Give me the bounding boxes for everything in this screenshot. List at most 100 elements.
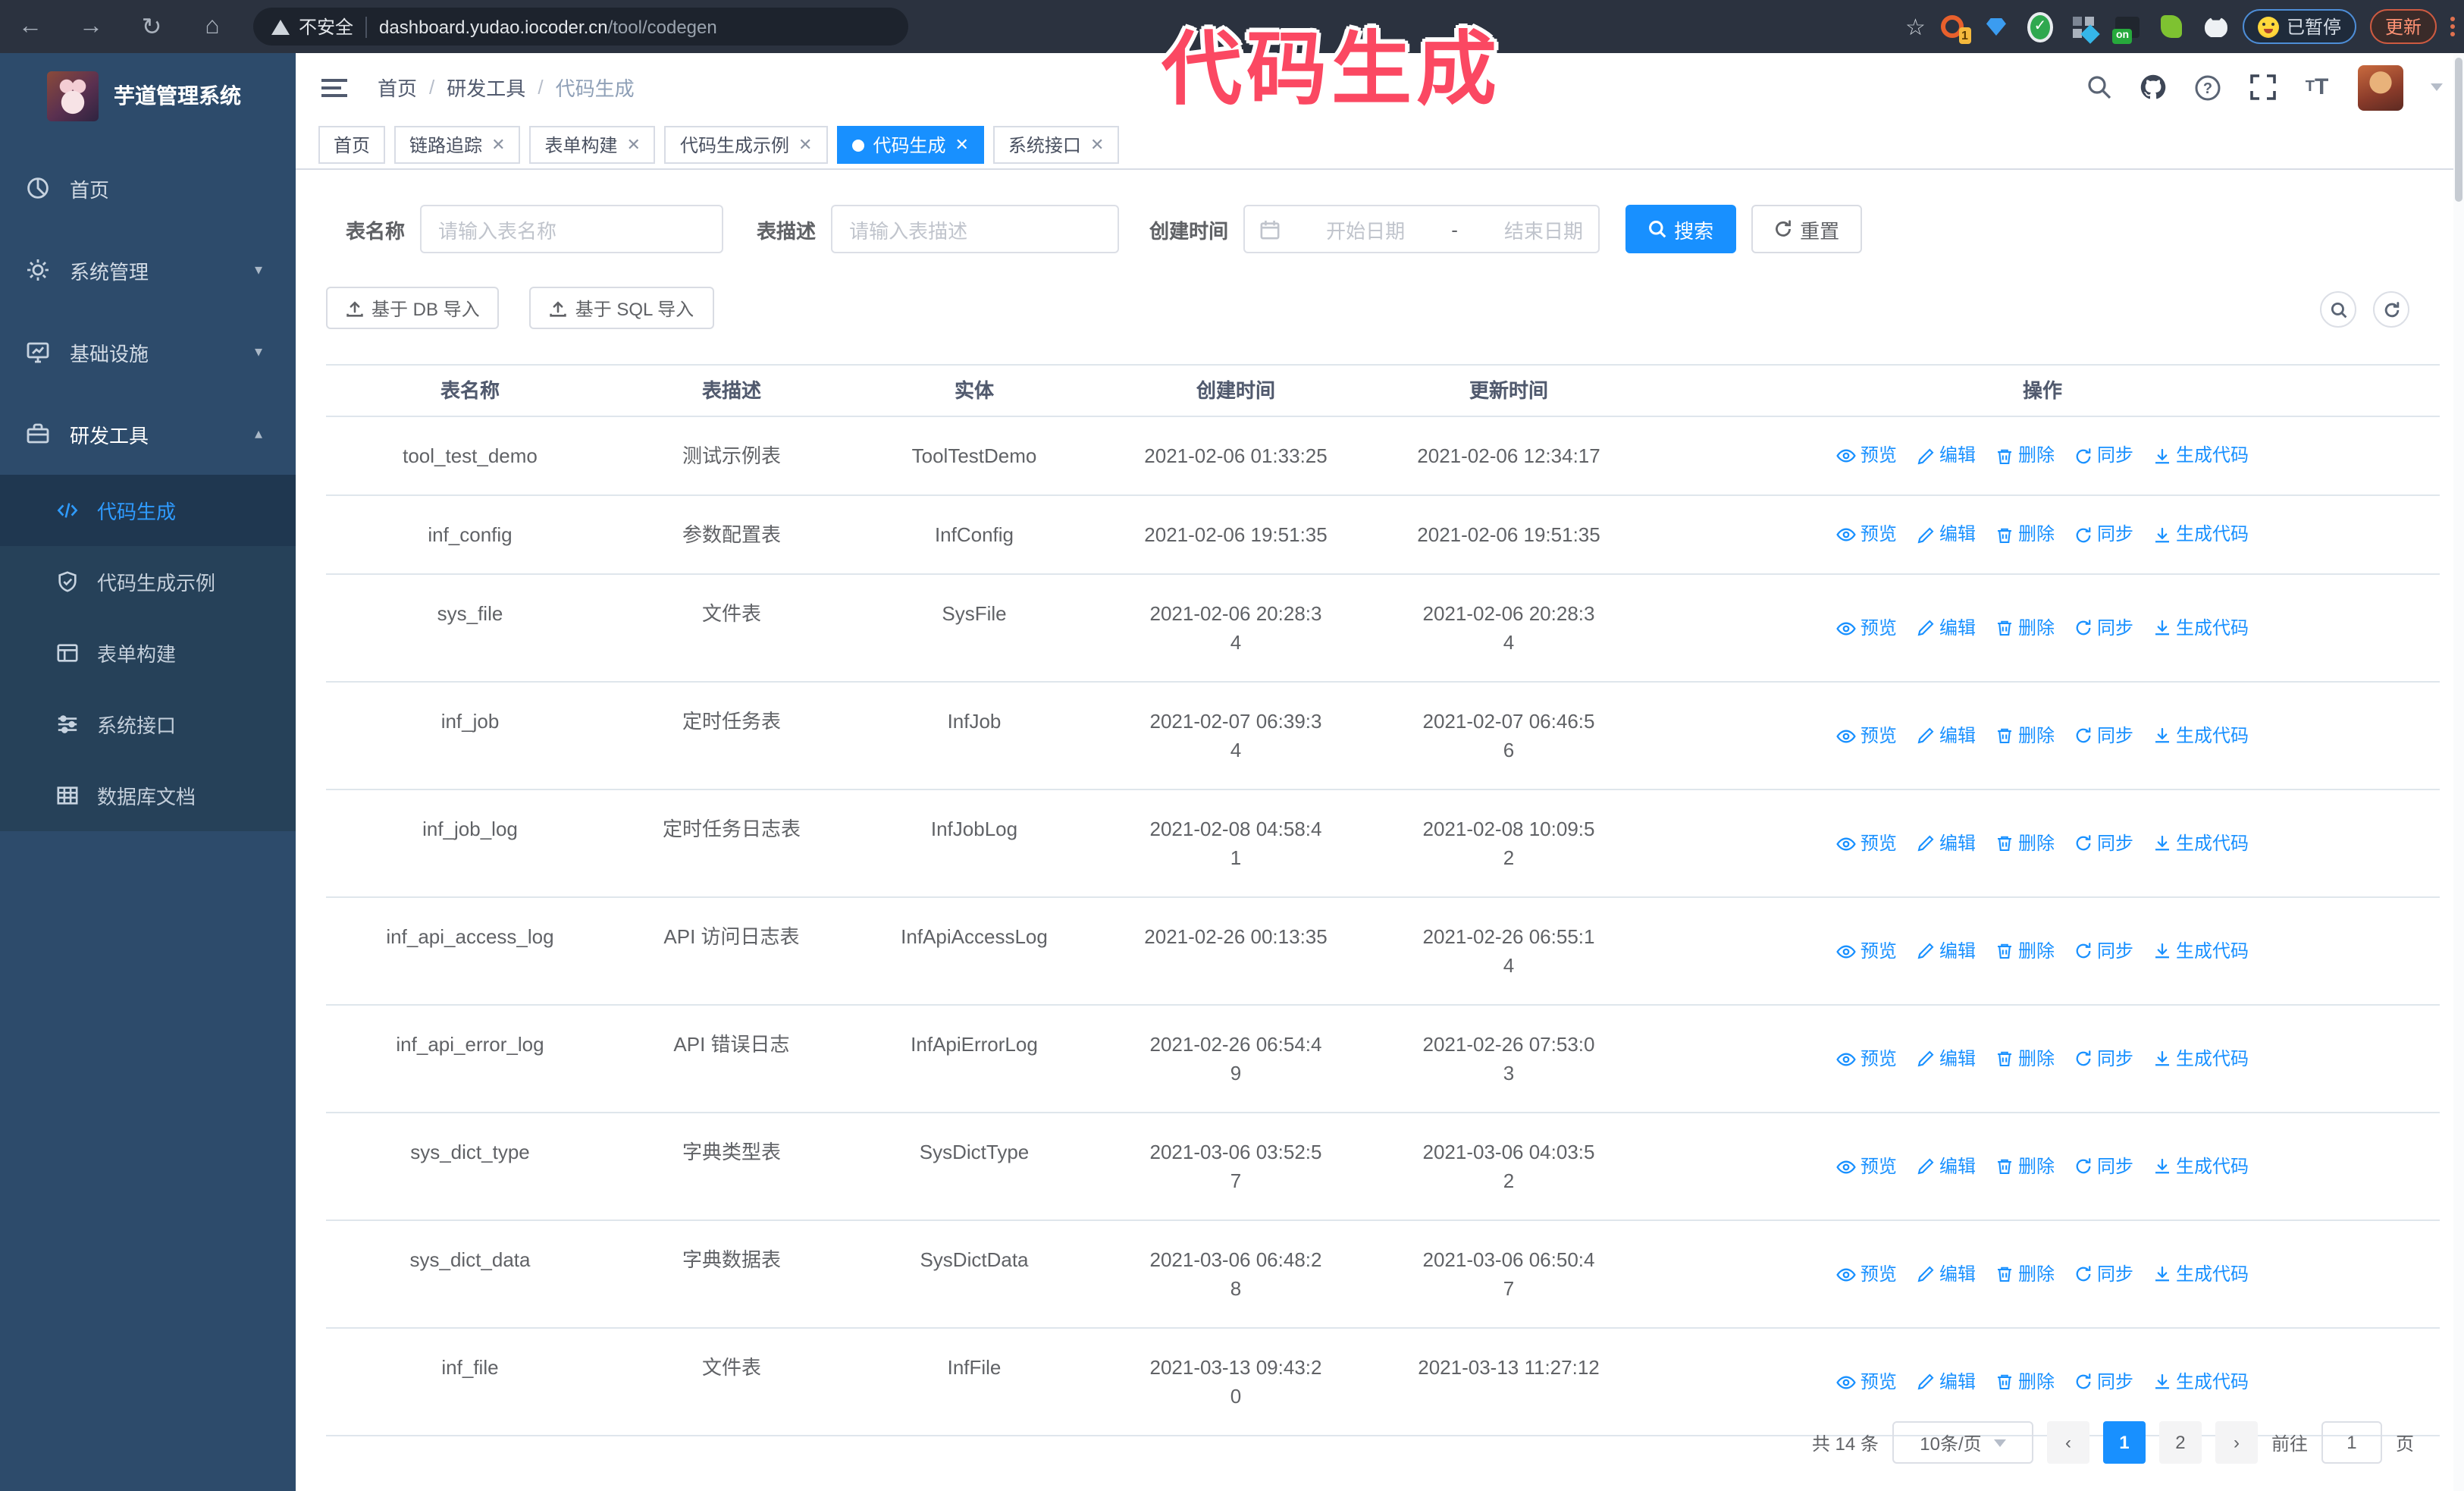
sync-link[interactable]: 同步	[2074, 937, 2133, 965]
preview-link[interactable]: 预览	[1836, 520, 1897, 549]
sync-link[interactable]: 同步	[2074, 721, 2133, 750]
breadcrumb-item[interactable]: 首页	[378, 73, 417, 102]
generate-code-link[interactable]: 生成代码	[2153, 721, 2249, 750]
font-size-icon[interactable]: TT	[2303, 74, 2331, 101]
submenu-item-表单构建[interactable]: 表单构建	[0, 617, 296, 689]
edit-link[interactable]: 编辑	[1917, 721, 1976, 750]
sync-link[interactable]: 同步	[2074, 614, 2133, 642]
browser-back-icon[interactable]: ←	[12, 0, 49, 53]
submenu-item-代码生成[interactable]: 代码生成	[0, 475, 296, 546]
refresh-table-button[interactable]	[2373, 291, 2409, 328]
tab-close-icon[interactable]: ✕	[491, 135, 505, 155]
browser-home-icon[interactable]: ⌂	[194, 0, 230, 53]
preview-link[interactable]: 预览	[1836, 441, 1897, 470]
sidebar-item-基础设施[interactable]: 基础设施 ▾	[0, 311, 296, 393]
submenu-item-系统接口[interactable]: 系统接口	[0, 689, 296, 760]
sync-link[interactable]: 同步	[2074, 829, 2133, 858]
reset-button[interactable]: 重置	[1751, 205, 1863, 253]
table-desc-input[interactable]: 请输入表描述	[831, 205, 1120, 253]
help-icon[interactable]: ?	[2194, 74, 2221, 101]
prev-page-button[interactable]: ‹	[2046, 1421, 2089, 1464]
breadcrumb-item[interactable]: 研发工具	[447, 73, 525, 102]
grid-diamond-extension-icon[interactable]	[2071, 14, 2101, 43]
paused-badge[interactable]: 已暂停	[2242, 9, 2356, 44]
browser-reload-icon[interactable]: ↻	[133, 0, 170, 53]
search-icon[interactable]	[2085, 74, 2112, 101]
toggle-search-button[interactable]	[2320, 291, 2356, 328]
delete-link[interactable]: 删除	[1995, 614, 2055, 642]
generate-code-link[interactable]: 生成代码	[2153, 520, 2249, 549]
sidebar-item-首页[interactable]: 首页	[0, 147, 296, 229]
search-button[interactable]: 搜索	[1625, 205, 1737, 253]
table-name-input[interactable]: 请输入表名称	[420, 205, 724, 253]
edit-link[interactable]: 编辑	[1917, 829, 1976, 858]
tab-close-icon[interactable]: ✕	[627, 135, 641, 155]
page-scrollbar[interactable]	[2453, 53, 2464, 1491]
next-page-button[interactable]: ›	[2215, 1421, 2258, 1464]
sql-import-button[interactable]: 基于 SQL 导入	[529, 287, 714, 329]
page-button-1[interactable]: 1	[2102, 1421, 2146, 1464]
preview-link[interactable]: 预览	[1836, 721, 1897, 750]
generate-code-link[interactable]: 生成代码	[2153, 1152, 2249, 1181]
generate-code-link[interactable]: 生成代码	[2153, 829, 2249, 858]
db-import-button[interactable]: 基于 DB 导入	[326, 287, 500, 329]
generate-code-link[interactable]: 生成代码	[2153, 1260, 2249, 1289]
tab-close-icon[interactable]: ✕	[798, 135, 812, 155]
tab-close-icon[interactable]: ✕	[955, 135, 968, 155]
sidebar-toggle-icon[interactable]	[321, 78, 347, 96]
tab-close-icon[interactable]: ✕	[1090, 135, 1104, 155]
delete-link[interactable]: 删除	[1995, 1152, 2055, 1181]
preview-link[interactable]: 预览	[1836, 1260, 1897, 1289]
github-icon[interactable]	[2140, 74, 2167, 101]
tab-代码生成[interactable]: 代码生成 ✕	[836, 126, 984, 164]
delete-link[interactable]: 删除	[1995, 721, 2055, 750]
generate-code-link[interactable]: 生成代码	[2153, 441, 2249, 470]
tab-代码生成示例[interactable]: 代码生成示例 ✕	[664, 126, 828, 164]
delete-link[interactable]: 删除	[1995, 937, 2055, 965]
generate-code-link[interactable]: 生成代码	[2153, 1367, 2249, 1396]
edit-link[interactable]: 编辑	[1917, 937, 1976, 965]
generate-code-link[interactable]: 生成代码	[2153, 614, 2249, 642]
dark-extension-icon[interactable]: on	[2112, 14, 2141, 43]
preview-link[interactable]: 预览	[1836, 1044, 1897, 1073]
green-plugin-extension-icon[interactable]	[2159, 14, 2185, 39]
delete-link[interactable]: 删除	[1995, 520, 2055, 549]
date-range-input[interactable]: 开始日期 - 结束日期	[1243, 205, 1600, 253]
edit-link[interactable]: 编辑	[1917, 1044, 1976, 1073]
sync-link[interactable]: 同步	[2074, 1367, 2133, 1396]
sync-link[interactable]: 同步	[2074, 441, 2133, 470]
preview-link[interactable]: 预览	[1836, 614, 1897, 642]
edit-link[interactable]: 编辑	[1917, 1367, 1976, 1396]
edit-link[interactable]: 编辑	[1917, 520, 1976, 549]
preview-link[interactable]: 预览	[1836, 829, 1897, 858]
preview-link[interactable]: 预览	[1836, 937, 1897, 965]
white-pet-extension-icon[interactable]	[2203, 14, 2229, 39]
delete-link[interactable]: 删除	[1995, 1044, 2055, 1073]
browser-forward-icon[interactable]: →	[73, 0, 109, 53]
sidebar-item-系统管理[interactable]: 系统管理 ▾	[0, 229, 296, 311]
edit-link[interactable]: 编辑	[1917, 1152, 1976, 1181]
tab-系统接口[interactable]: 系统接口 ✕	[992, 126, 1120, 164]
avatar[interactable]	[2358, 64, 2403, 110]
edit-link[interactable]: 编辑	[1917, 441, 1976, 470]
avatar-caret-icon[interactable]	[2431, 83, 2443, 91]
preview-link[interactable]: 预览	[1836, 1152, 1897, 1181]
sync-link[interactable]: 同步	[2074, 1044, 2133, 1073]
submenu-item-代码生成示例[interactable]: 代码生成示例	[0, 546, 296, 617]
edit-link[interactable]: 编辑	[1917, 614, 1976, 642]
edit-link[interactable]: 编辑	[1917, 1260, 1976, 1289]
sync-link[interactable]: 同步	[2074, 520, 2133, 549]
tab-表单构建[interactable]: 表单构建 ✕	[529, 126, 656, 164]
fullscreen-icon[interactable]	[2249, 74, 2276, 101]
browser-menu-icon[interactable]	[2450, 17, 2455, 36]
sync-link[interactable]: 同步	[2074, 1260, 2133, 1289]
blue-gem-extension-icon[interactable]	[1983, 14, 2009, 39]
delete-link[interactable]: 删除	[1995, 1367, 2055, 1396]
delete-link[interactable]: 删除	[1995, 441, 2055, 470]
submenu-item-数据库文档[interactable]: 数据库文档	[0, 760, 296, 831]
bookmark-star-icon[interactable]: ☆	[1905, 13, 1926, 40]
generate-code-link[interactable]: 生成代码	[2153, 1044, 2249, 1073]
delete-link[interactable]: 删除	[1995, 829, 2055, 858]
preview-link[interactable]: 预览	[1836, 1367, 1897, 1396]
update-button[interactable]: 更新	[2369, 9, 2437, 44]
